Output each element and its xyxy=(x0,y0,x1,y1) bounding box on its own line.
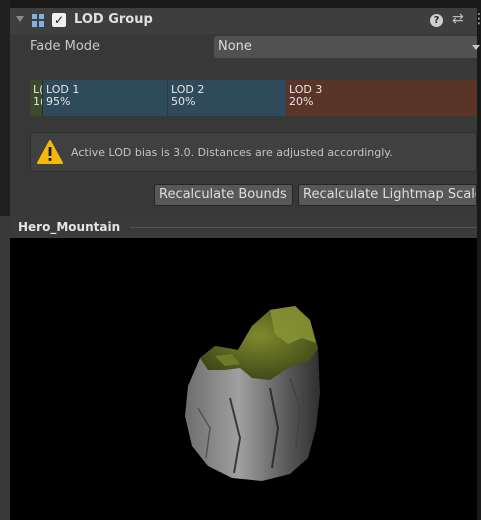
mountain-model-preview xyxy=(185,306,320,481)
inspector-left-gutter xyxy=(0,0,10,216)
warning-icon xyxy=(37,140,63,164)
recalculate-bounds-button[interactable]: Recalculate Bounds xyxy=(154,184,293,206)
lod-segment-1[interactable]: LOD 1 95% xyxy=(43,80,167,116)
fade-mode-dropdown[interactable]: None xyxy=(214,36,480,58)
lod-segment-percent: 20% xyxy=(289,95,314,108)
fade-mode-label: Fade Mode xyxy=(30,39,101,54)
lod-segment-3[interactable]: LOD 3 20% xyxy=(286,80,477,116)
model-preview-viewport[interactable] xyxy=(10,238,477,520)
inspector-scrollbar-edge[interactable] xyxy=(477,0,481,520)
lod-range-bar[interactable]: L( 1( LOD 1 95% LOD 2 50% LOD 3 20% xyxy=(30,80,477,116)
component-header[interactable]: ✓ LOD Group ? ⇄ ⋮ xyxy=(10,8,481,34)
warning-text: Active LOD bias is 3.0. Distances are ad… xyxy=(71,146,393,159)
preview-divider xyxy=(130,227,477,228)
lod-group-icon xyxy=(32,14,45,27)
window-top-edge xyxy=(0,0,481,8)
lod-segment-percent: 50% xyxy=(171,95,196,108)
preview-header[interactable]: Hero_Mountain xyxy=(10,216,477,238)
fade-mode-value: None xyxy=(218,39,252,54)
help-icon[interactable]: ? xyxy=(430,14,443,27)
lod-segment-percent: 95% xyxy=(46,95,71,108)
component-enabled-checkbox[interactable]: ✓ xyxy=(52,13,66,27)
preset-icon[interactable]: ⇄ xyxy=(452,11,464,27)
lod-segment-0[interactable]: L( 1( xyxy=(30,80,42,116)
lod-bias-warning: Active LOD bias is 3.0. Distances are ad… xyxy=(30,132,477,172)
recalculate-lightmap-scale-button[interactable]: Recalculate Lightmap Scale xyxy=(298,184,477,206)
foldout-arrow-icon[interactable] xyxy=(16,16,24,22)
chevron-down-icon xyxy=(472,45,480,50)
preview-title: Hero_Mountain xyxy=(18,220,121,234)
lod-segment-percent: 1( xyxy=(33,95,42,108)
lod-segment-2[interactable]: LOD 2 50% xyxy=(167,80,286,116)
more-icon[interactable]: ⋮ xyxy=(472,11,481,27)
component-title: LOD Group xyxy=(74,12,153,27)
